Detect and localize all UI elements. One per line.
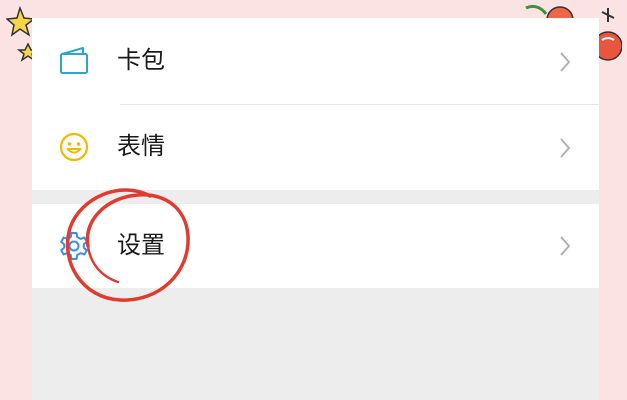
smiley-icon (59, 132, 89, 162)
gear-icon (60, 232, 88, 260)
menu-item-card-wallet[interactable]: 卡包 (32, 18, 599, 105)
menu-item-label: 设置 (117, 231, 165, 259)
chevron-right-icon (560, 236, 571, 256)
menu-group-top: 卡包 表情 (32, 18, 599, 190)
menu-item-label: 表情 (117, 132, 165, 160)
chevron-right-icon (560, 52, 571, 72)
card-wallet-icon (60, 47, 88, 74)
menu-item-settings[interactable]: 设置 (32, 204, 599, 288)
menu-item-stickers[interactable]: 表情 (32, 104, 599, 190)
menu-item-label: 卡包 (117, 46, 165, 74)
settings-menu-panel: 卡包 表情 设置 (32, 18, 599, 400)
chevron-right-icon (560, 138, 571, 158)
menu-group-settings: 设置 (32, 204, 599, 288)
